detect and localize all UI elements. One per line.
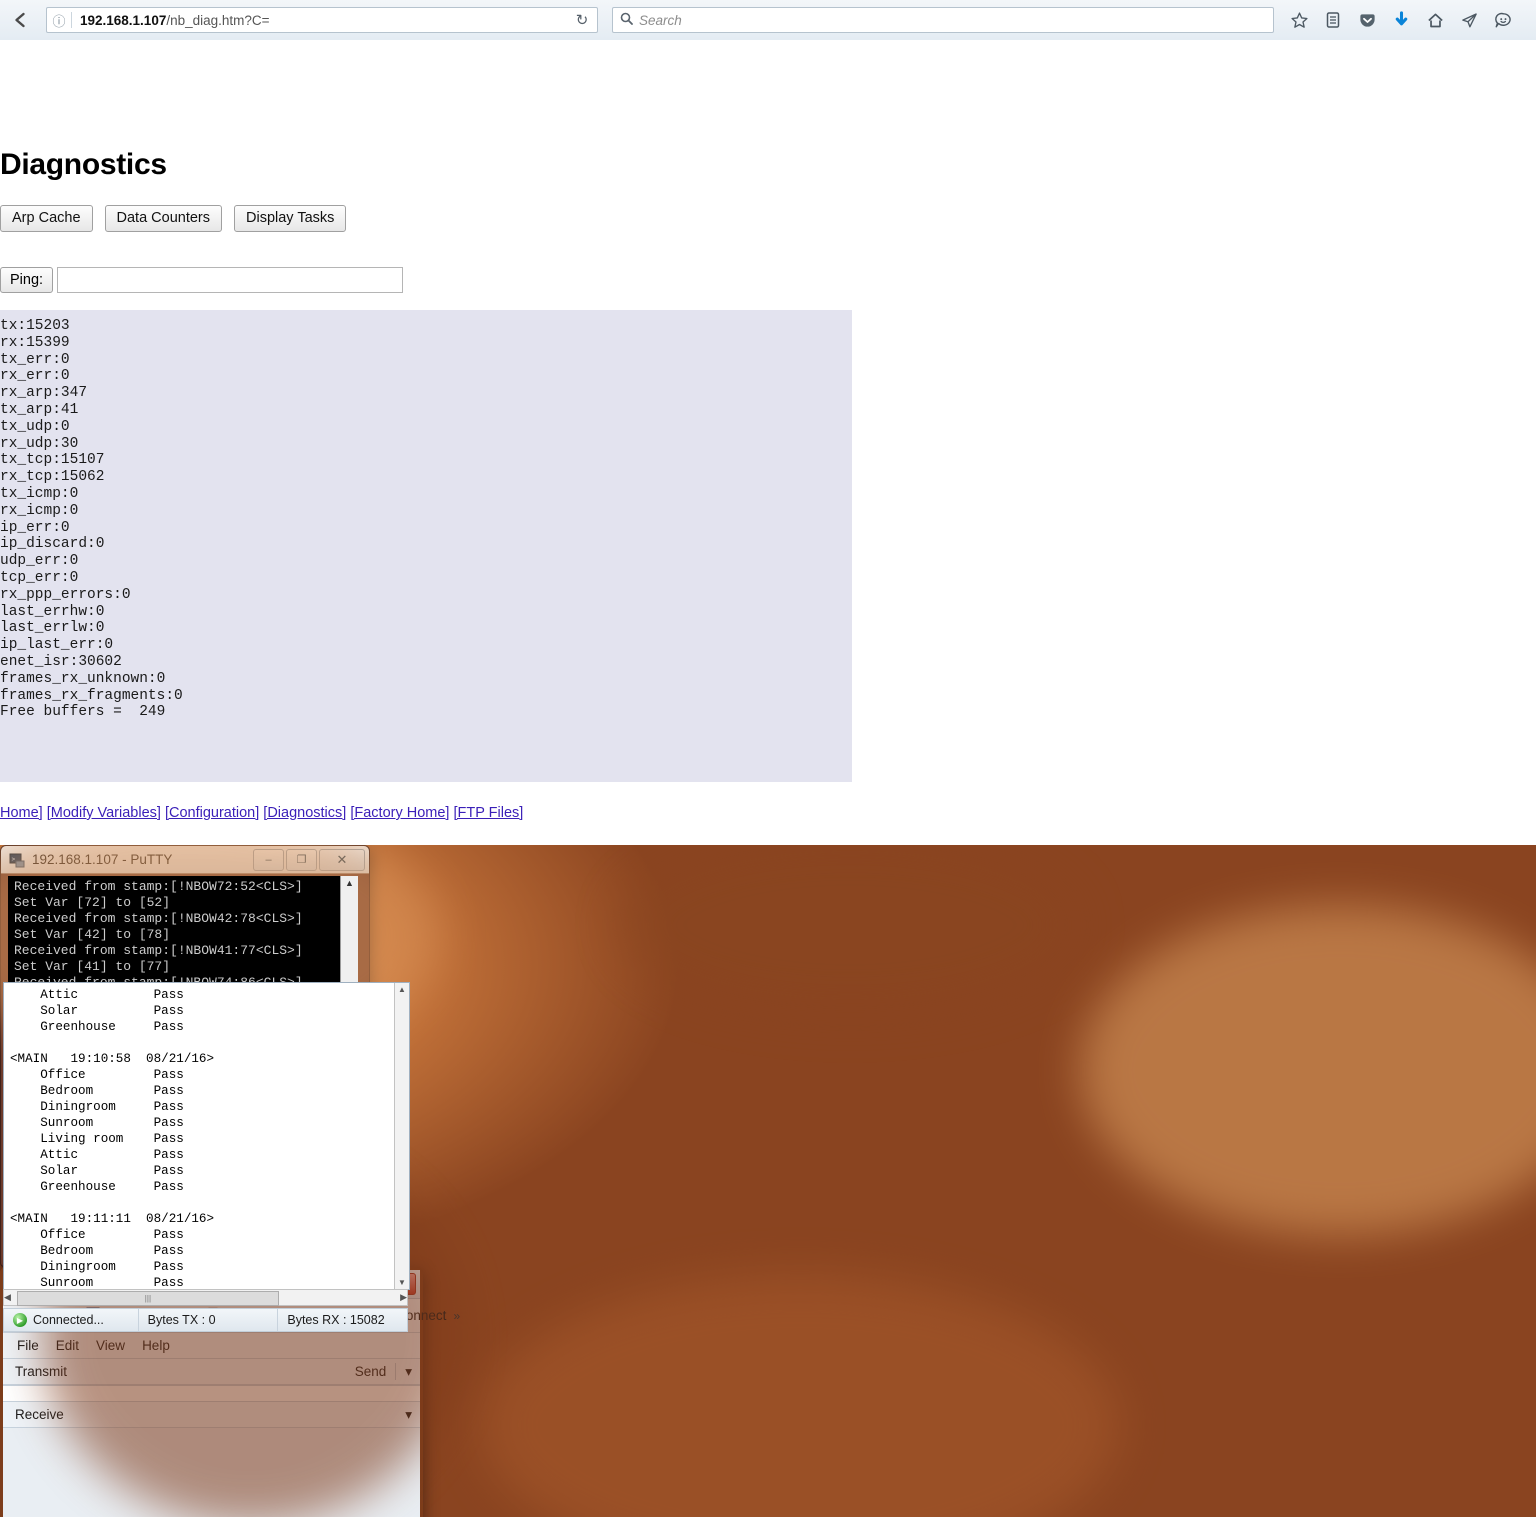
url-text: 192.168.1.107/nb_diag.htm?C= (72, 13, 567, 28)
receive-log-panel[interactable]: Attic Pass Solar Pass Greenhouse Pass <M… (3, 982, 410, 1290)
page-info-icon[interactable]: ⓘ (47, 11, 71, 30)
connection-status-text: Connected... (33, 1313, 104, 1327)
web-page-content: Diagnostics Arp Cache Data Counters Disp… (0, 40, 1536, 845)
receive-log-text: Attic Pass Solar Pass Greenhouse Pass <M… (10, 988, 215, 1289)
link-modify-variables[interactable]: [Modify Variables] (47, 805, 161, 821)
ping-button[interactable]: Ping: (0, 267, 54, 293)
bytes-rx-status: Bytes RX : 15082 (277, 1309, 407, 1331)
address-bar[interactable]: ⓘ 192.168.1.107/nb_diag.htm?C= ↻ (46, 7, 598, 33)
search-placeholder: Search (639, 12, 682, 28)
back-button[interactable] (4, 3, 38, 37)
arp-cache-button[interactable]: Arp Cache (0, 205, 93, 232)
ping-input[interactable] (57, 267, 404, 293)
reading-list-icon[interactable] (1322, 9, 1344, 31)
hscroll-track[interactable]: ||| (13, 1291, 398, 1306)
link-home[interactable]: Home] (0, 805, 43, 821)
wallpaper-shape (480, 1275, 1120, 1517)
ping-row: Ping: (0, 267, 404, 293)
serial-statusbar: ▶ Connected... Bytes TX : 0 Bytes RX : 1… (3, 1308, 408, 1332)
toolbar-icon-group (1288, 9, 1514, 31)
menu-file[interactable]: File (17, 1338, 39, 1353)
link-ftp-files[interactable]: [FTP Files] (453, 805, 523, 821)
url-host: 192.168.1.107 (80, 12, 167, 28)
bytes-tx-status: Bytes TX : 0 (137, 1309, 278, 1331)
hscroll-thumb[interactable]: ||| (16, 1291, 279, 1306)
link-diagnostics[interactable]: [Diagnostics] (263, 805, 346, 821)
search-icon (613, 12, 639, 28)
receive-vertical-scrollbar[interactable]: ▲ ▼ (394, 983, 409, 1289)
desktop-wallpaper: Docklight V2.0 – ❐ ✕ File Edit Run Tools… (0, 845, 1536, 1517)
search-bar[interactable]: Search (612, 7, 1274, 33)
wallpaper-shape (620, 845, 1080, 1015)
connected-status-icon: ▶ (13, 1313, 27, 1327)
data-counters-button[interactable]: Data Counters (104, 205, 223, 232)
page-title: Diagnostics (0, 148, 167, 181)
counters-output: tx:15203 rx:15399 tx_err:0 rx_err:0 rx_a… (0, 310, 852, 782)
download-arrow-icon[interactable] (1390, 9, 1412, 31)
home-icon[interactable] (1424, 9, 1446, 31)
diagnostic-button-row: Arp Cache Data Counters Display Tasks (0, 205, 347, 232)
share-paperplane-icon[interactable] (1458, 9, 1480, 31)
scroll-up-arrow-icon[interactable]: ▲ (398, 985, 406, 994)
reload-icon[interactable]: ↻ (567, 11, 597, 29)
scroll-down-arrow-icon[interactable]: ▼ (398, 1278, 406, 1287)
wallpaper-shape (1080, 905, 1536, 1235)
connection-status: ▶ Connected... (4, 1309, 138, 1331)
star-icon[interactable] (1288, 9, 1310, 31)
url-path: /nb_diag.htm?C= (166, 12, 270, 28)
browser-toolbar: ⓘ 192.168.1.107/nb_diag.htm?C= ↻ Search (0, 0, 1536, 41)
scroll-left-arrow-icon[interactable]: ◀ (4, 1292, 11, 1303)
footer-nav-links: Home] [Modify Variables] [Configuration]… (0, 805, 523, 821)
smiley-feedback-icon[interactable] (1492, 9, 1514, 31)
pocket-icon[interactable] (1356, 9, 1378, 31)
scroll-right-arrow-icon[interactable]: ▶ (400, 1292, 407, 1303)
receive-horizontal-scrollbar[interactable]: ◀ ||| ▶ (3, 1289, 408, 1306)
display-tasks-button[interactable]: Display Tasks (234, 205, 347, 232)
link-configuration[interactable]: [Configuration] (165, 805, 259, 821)
scroll-up-arrow-icon[interactable]: ▲ (345, 878, 354, 888)
link-factory-home[interactable]: [Factory Home] (350, 805, 449, 821)
